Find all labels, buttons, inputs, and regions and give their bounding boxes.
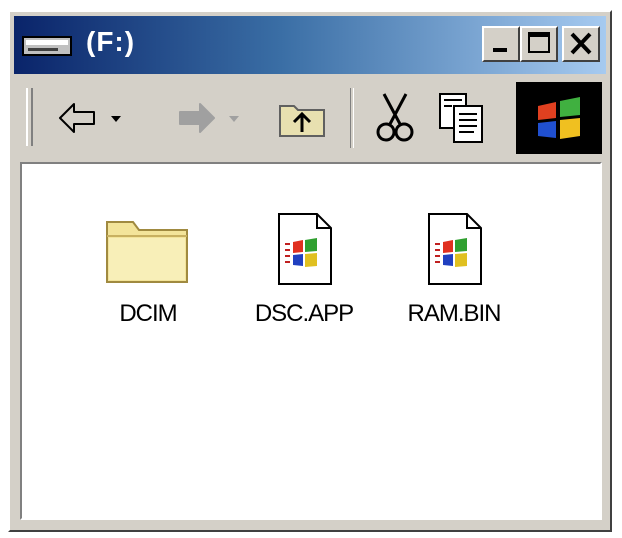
file-item-dsc-app[interactable]: DSC.APP xyxy=(234,212,374,328)
file-label: DSC.APP xyxy=(254,300,354,327)
minimize-button[interactable] xyxy=(482,26,520,62)
toolbar xyxy=(14,78,606,158)
windows-app-file-icon xyxy=(278,213,332,285)
windows-logo-icon xyxy=(538,97,580,139)
copy-icon[interactable] xyxy=(434,90,488,146)
file-list-area[interactable]: DCIM DSC.APP RAM.BIN xyxy=(20,162,602,520)
file-item-ram-bin[interactable]: RAM.BIN xyxy=(384,212,524,328)
toolbar-grip[interactable] xyxy=(26,88,33,146)
toolbar-separator xyxy=(350,88,354,148)
throbber xyxy=(516,82,602,154)
minimize-icon xyxy=(493,48,507,52)
file-label: DCIM xyxy=(119,300,177,327)
drive-icon xyxy=(22,36,72,56)
windows-app-file-icon xyxy=(428,213,482,285)
window-title: (F:) xyxy=(86,26,136,57)
cut-icon[interactable] xyxy=(370,90,420,146)
forward-dropdown-icon[interactable] xyxy=(226,90,242,146)
maximize-icon xyxy=(528,32,550,53)
forward-arrow-icon[interactable] xyxy=(172,90,220,146)
explorer-window: (F:) DCIM DSC.APP RAM.BIN xyxy=(8,10,612,532)
close-icon xyxy=(570,32,592,55)
file-label: RAM.BIN xyxy=(407,300,501,327)
up-folder-icon[interactable] xyxy=(274,90,330,146)
back-arrow-icon[interactable] xyxy=(54,90,102,146)
back-dropdown-icon[interactable] xyxy=(108,90,124,146)
title-bar[interactable]: (F:) xyxy=(14,16,606,74)
maximize-button[interactable] xyxy=(520,26,558,62)
folder-icon xyxy=(106,221,188,283)
close-button[interactable] xyxy=(562,26,600,62)
file-item-dcim[interactable]: DCIM xyxy=(78,212,218,328)
